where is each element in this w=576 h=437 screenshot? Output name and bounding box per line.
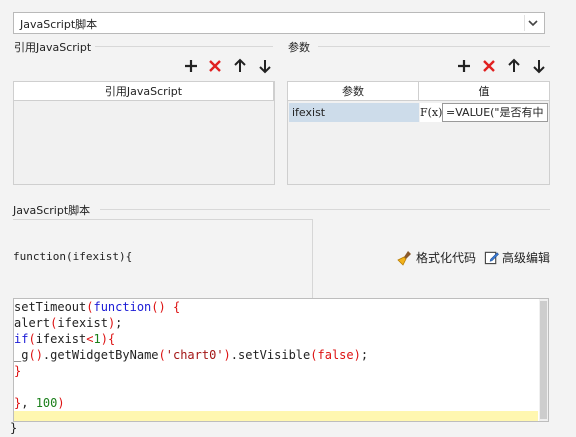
advanced-edit-label: 高级编辑 xyxy=(502,251,551,265)
param-value-cell[interactable]: =VALUE("是否有中 xyxy=(442,103,548,122)
broom-icon xyxy=(397,250,411,266)
script-type-value: JavaScript脚本 xyxy=(20,18,98,31)
divider xyxy=(100,209,550,210)
divider xyxy=(318,46,550,47)
function-header: function(ifexist){ xyxy=(13,250,133,263)
code-line: _g().getWidgetByName('chart0').setVisibl… xyxy=(14,348,369,362)
param-add-button[interactable] xyxy=(456,58,472,74)
table-row[interactable]: ifexist F(x) =VALUE("是否有中 xyxy=(289,103,548,122)
plus-icon xyxy=(185,60,197,72)
function-closing-brace: } xyxy=(10,421,18,435)
column-header: 引用JavaScript xyxy=(14,82,274,101)
code-line: } xyxy=(14,364,22,378)
x-icon xyxy=(483,60,495,72)
code-line: }, 100) xyxy=(14,396,65,410)
edit-icon xyxy=(484,251,499,265)
script-type-select[interactable]: JavaScript脚本 xyxy=(13,12,545,34)
param-move-up-button[interactable] xyxy=(506,58,522,74)
editor-scrollbar[interactable] xyxy=(539,299,548,421)
ref-move-down-button[interactable] xyxy=(257,58,273,74)
x-icon xyxy=(209,60,221,72)
script-title: JavaScript脚本 xyxy=(13,204,91,217)
ref-js-table[interactable]: 引用JavaScript xyxy=(13,81,275,185)
ref-add-button[interactable] xyxy=(183,58,199,74)
arrow-down-icon xyxy=(259,60,271,74)
column-header-value: 值 xyxy=(478,85,490,98)
code-line: if(ifexist<1){ xyxy=(14,332,116,346)
column-header-param: 参数 xyxy=(288,82,419,101)
ref-js-header: 引用JavaScript xyxy=(14,82,274,101)
current-line-highlight xyxy=(14,411,538,421)
ref-js-title: 引用JavaScript xyxy=(14,41,92,54)
code-line: alert(ifexist); xyxy=(14,316,123,330)
code-editor[interactable]: setTimeout(function() { alert(ifexist); … xyxy=(13,298,549,422)
params-table[interactable]: 参数 值 ifexist F(x) =VALUE("是否有中 xyxy=(287,81,550,185)
formula-button[interactable]: F(x) xyxy=(420,103,442,122)
param-move-down-button[interactable] xyxy=(531,58,547,74)
arrow-down-icon xyxy=(533,60,545,74)
param-name-cell[interactable]: ifexist xyxy=(289,103,419,122)
params-title: 参数 xyxy=(288,41,310,54)
arrow-up-icon xyxy=(234,58,246,72)
advanced-edit-button[interactable]: 高级编辑 xyxy=(484,249,550,266)
format-code-button[interactable]: 格式化代码 xyxy=(397,249,476,266)
scrollbar-thumb[interactable] xyxy=(540,301,547,419)
params-header: 参数 值 xyxy=(288,82,549,101)
format-code-label: 格式化代码 xyxy=(416,251,477,265)
plus-icon xyxy=(458,60,470,72)
ref-delete-button[interactable] xyxy=(207,58,223,74)
arrow-up-icon xyxy=(508,58,520,72)
param-delete-button[interactable] xyxy=(481,58,497,74)
chevron-down-icon xyxy=(528,20,538,27)
dropdown-arrow[interactable] xyxy=(524,15,541,31)
ref-move-up-button[interactable] xyxy=(232,58,248,74)
code-line: setTimeout(function() { xyxy=(14,300,181,314)
divider xyxy=(95,46,273,47)
